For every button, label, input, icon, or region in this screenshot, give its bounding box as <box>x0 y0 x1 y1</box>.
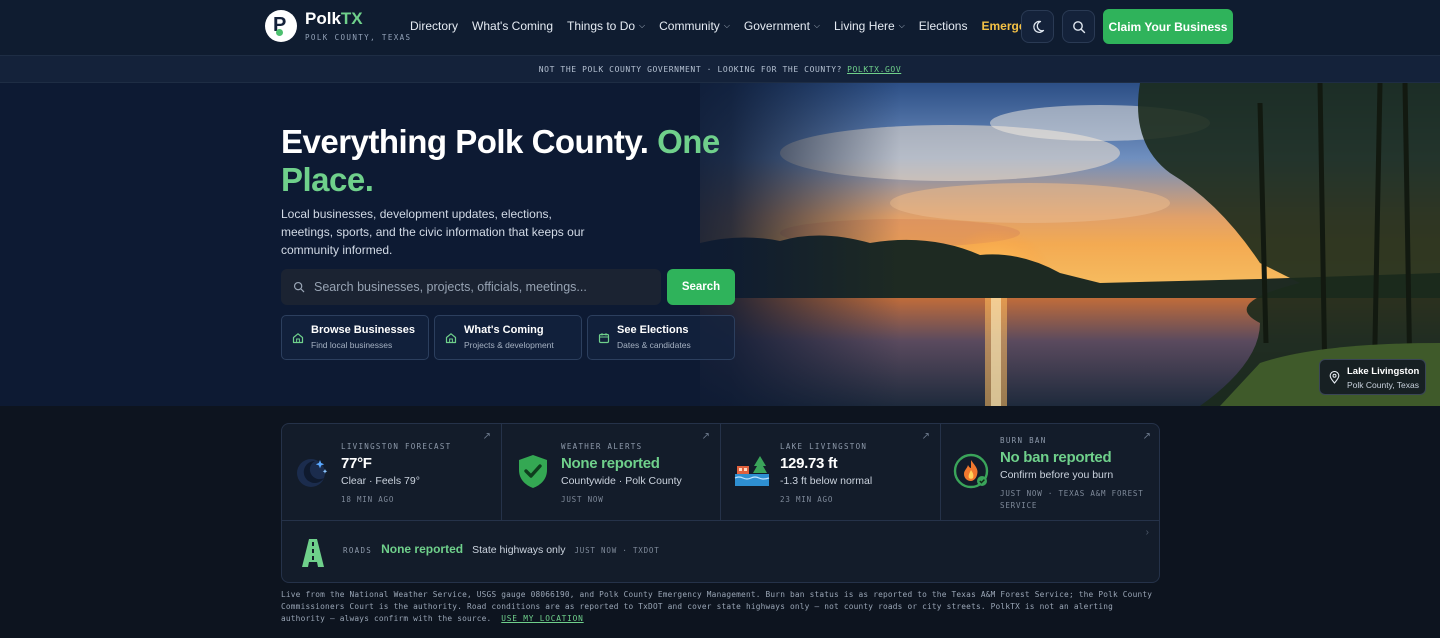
chevron-right-icon: › <box>1145 527 1149 538</box>
external-arrow-icon: ↗ <box>482 431 491 442</box>
chevron-down-icon: ⌵ <box>898 21 905 30</box>
lake-level-card[interactable]: LAKE LIVINGSTON 129.73 ft -1.3 ft below … <box>721 424 941 521</box>
county-site-link[interactable]: POLKTX.GOV <box>847 65 901 74</box>
claim-business-button[interactable]: Claim Your Business <box>1103 9 1233 44</box>
hero-lead: Local businesses, development updates, e… <box>281 207 585 257</box>
hero-search-field[interactable] <box>281 269 661 305</box>
calendar-icon <box>598 333 610 344</box>
weather-alerts-card[interactable]: WEATHER ALERTS None reported Countywide … <box>502 424 721 521</box>
nav-elections[interactable]: Elections <box>919 19 968 33</box>
search-input[interactable] <box>314 280 644 294</box>
hero-section: Everything Polk County. One Place. Local… <box>0 83 1440 406</box>
brand-name[interactable]: PolkTX <box>305 9 363 29</box>
roads-status-row[interactable]: ROADS None reported State highways only … <box>282 521 1159 582</box>
map-pin-icon <box>1329 371 1340 384</box>
search-submit-button[interactable]: Search <box>667 269 735 305</box>
chevron-down-icon: ⌵ <box>813 21 820 30</box>
quick-link-see-elections[interactable]: See Elections Dates & candidates <box>587 315 735 360</box>
nav-things-to-do[interactable]: Things to Do ⌵ <box>567 19 645 33</box>
moon-icon <box>1032 20 1044 33</box>
night-sky-icon <box>297 459 328 487</box>
brand-subtitle: POLK COUNTY, TEXAS <box>305 33 412 42</box>
local-status-panel: LIVINGSTON FORECAST 77°F Clear · Feels 7… <box>281 423 1160 583</box>
road-icon <box>302 539 324 567</box>
use-my-location-link[interactable]: USE MY LOCATION <box>501 614 583 623</box>
external-arrow-icon: ↗ <box>921 431 930 442</box>
lake-icon <box>734 456 770 486</box>
nav-government[interactable]: Government ⌵ <box>744 19 820 33</box>
search-icon <box>293 281 305 293</box>
quick-link-browse-businesses[interactable]: Browse Businesses Find local businesses <box>281 315 429 360</box>
search-button[interactable] <box>1062 10 1095 43</box>
external-arrow-icon: ↗ <box>1142 431 1151 442</box>
external-arrow-icon: ↗ <box>701 431 710 442</box>
hero-title: Everything Polk County. One Place. <box>281 123 720 198</box>
forecast-card[interactable]: LIVINGSTON FORECAST 77°F Clear · Feels 7… <box>282 424 502 521</box>
shield-check-icon <box>519 455 547 488</box>
top-navigation: P PolkTX POLK COUNTY, TEXAS Directory Wh… <box>0 0 1440 56</box>
nav-whats-coming[interactable]: What's Coming <box>472 19 553 33</box>
burn-ban-card[interactable]: BURN BAN No ban reported Confirm before … <box>941 424 1159 521</box>
chevron-down-icon: ⌵ <box>639 21 646 30</box>
chevron-down-icon: ⌵ <box>723 21 730 30</box>
dark-mode-toggle[interactable] <box>1021 10 1054 43</box>
data-sources-footnote: Live from the National Weather Service, … <box>281 590 1153 623</box>
quick-link-whats-coming[interactable]: What's Coming Projects & development <box>434 315 582 360</box>
nav-directory[interactable]: Directory <box>410 19 458 33</box>
disclaimer-banner: NOT THE POLK COUNTY GOVERNMENT · LOOKING… <box>0 56 1440 83</box>
fire-icon <box>953 453 989 489</box>
nav-living-here[interactable]: Living Here ⌵ <box>834 19 905 33</box>
search-icon <box>1072 20 1085 33</box>
nav-community[interactable]: Community ⌵ <box>659 19 730 33</box>
main-menu: Directory What's Coming Things to Do ⌵ Co… <box>410 0 1046 52</box>
polktx-logo-icon[interactable]: P <box>265 10 297 42</box>
home-icon <box>292 333 304 344</box>
photo-location-tag: Lake Livingston Polk County, Texas <box>1319 359 1426 395</box>
home-icon <box>445 333 457 344</box>
